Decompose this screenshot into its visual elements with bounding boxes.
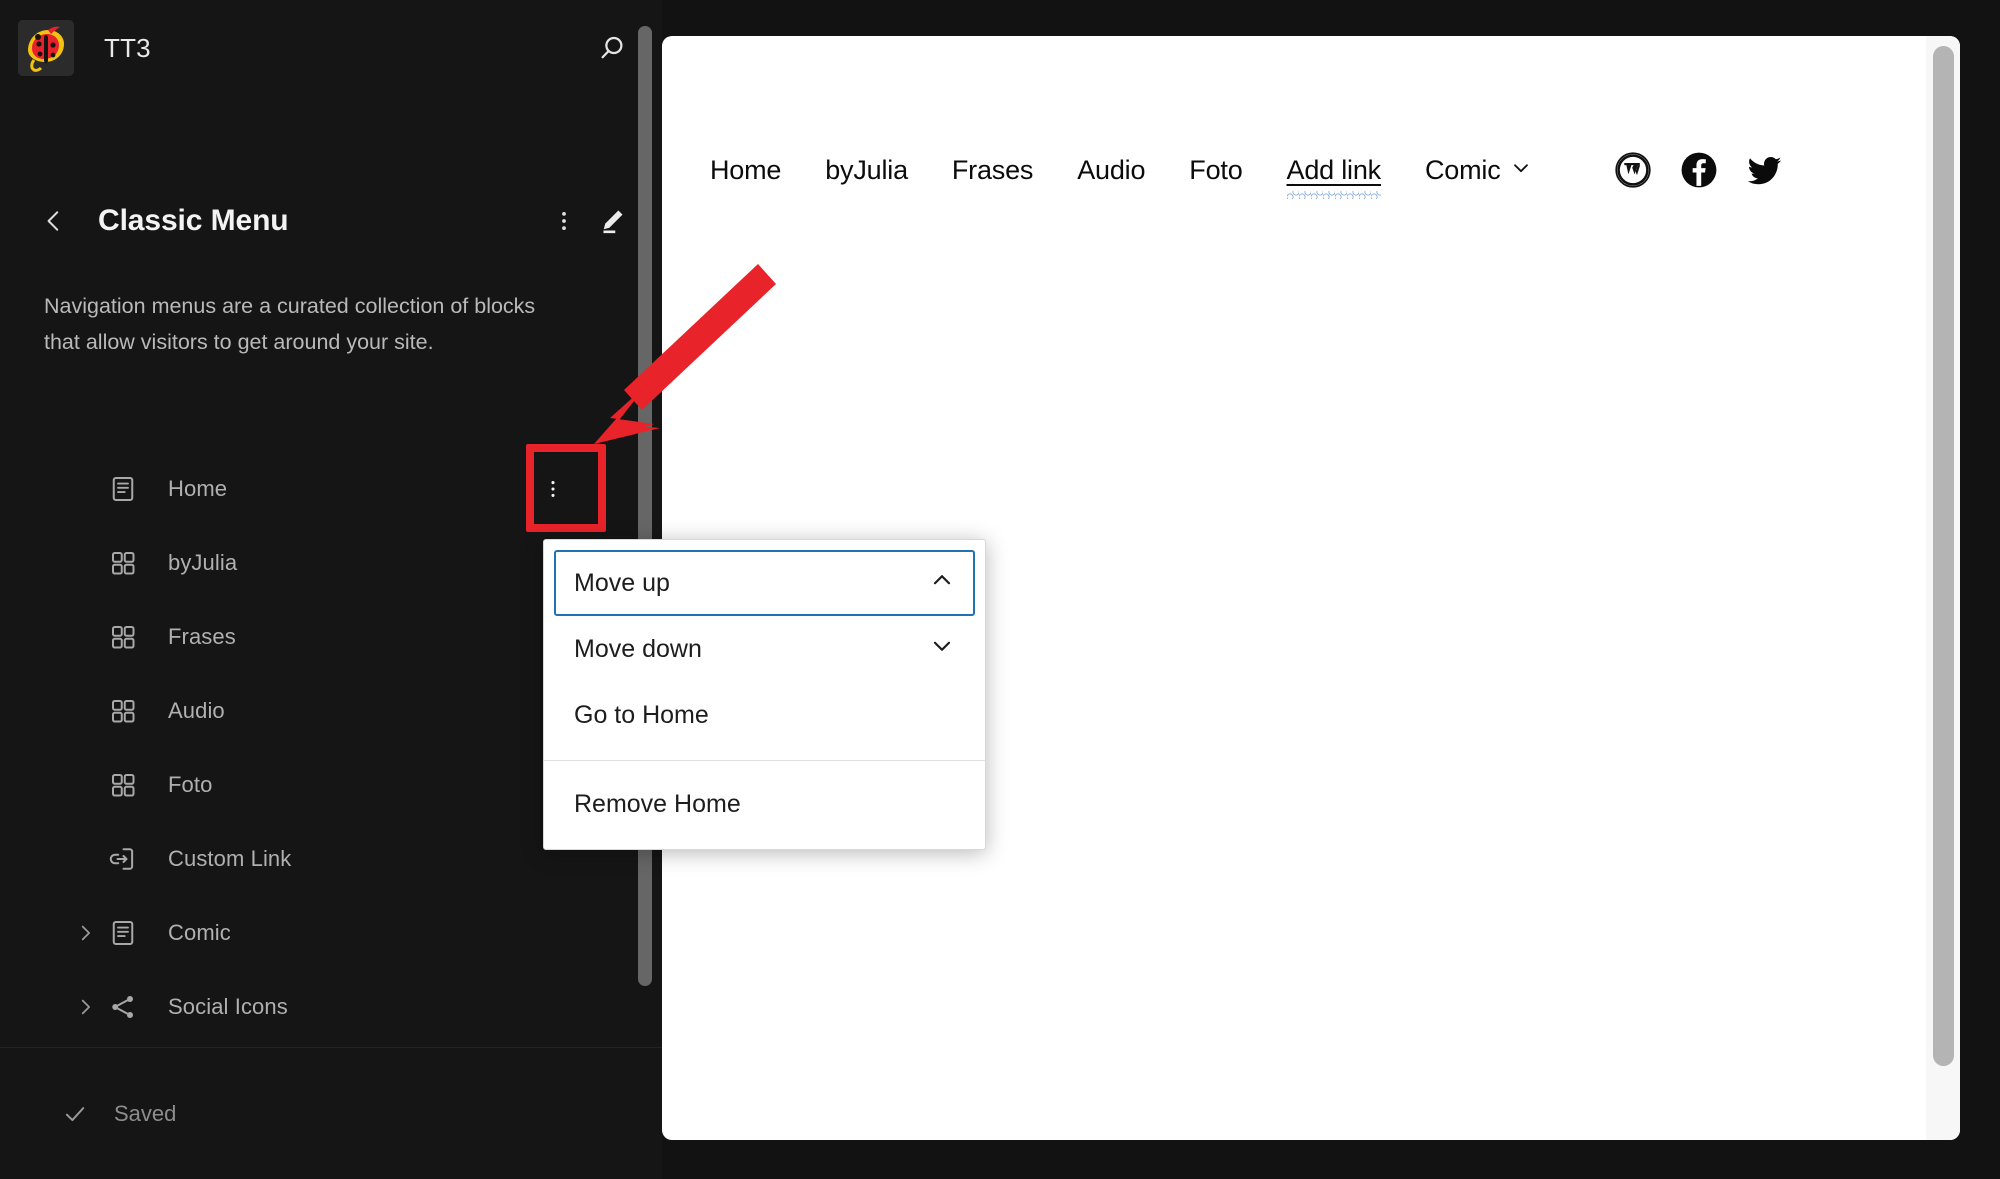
menu-item-move-down[interactable]: Move down bbox=[554, 616, 975, 682]
page-icon bbox=[108, 474, 138, 504]
list-item-label: Comic bbox=[168, 920, 231, 945]
site-editor-screen: TT3 Classic Menu Navigation menus are a … bbox=[0, 0, 2000, 1179]
list-item-label: Custom Link bbox=[168, 846, 292, 871]
share-icon bbox=[108, 992, 138, 1022]
page-title: Classic Menu bbox=[98, 204, 289, 237]
nav-link-home[interactable]: Home bbox=[710, 155, 781, 186]
block-options-menu: Move up Move down Go to Home Remove Home bbox=[543, 539, 986, 850]
spellcheck-underline bbox=[1286, 190, 1381, 199]
chevron-up-icon bbox=[929, 567, 955, 600]
site-title: TT3 bbox=[104, 32, 151, 63]
nav-link-audio[interactable]: Audio bbox=[1077, 155, 1145, 186]
canvas-scrollbar[interactable] bbox=[1926, 36, 1960, 1140]
page-list-icon bbox=[108, 548, 138, 578]
pencil-icon[interactable] bbox=[588, 197, 636, 245]
preview-navigation: Home byJulia Frases Audio Foto Add link … bbox=[710, 151, 1784, 199]
nav-link-add-link[interactable]: Add link bbox=[1286, 154, 1382, 199]
list-item-label: Social Icons bbox=[168, 994, 288, 1019]
menu-item-move-up[interactable]: Move up bbox=[554, 550, 975, 616]
save-status-bar: Saved bbox=[0, 1047, 662, 1179]
status-badge: Saved bbox=[114, 1100, 177, 1126]
chevron-right-icon[interactable] bbox=[72, 920, 98, 946]
list-item[interactable]: Comic bbox=[0, 896, 662, 970]
panel-description: Navigation menus are a curated collectio… bbox=[44, 294, 536, 354]
menu-group-destructive: Remove Home bbox=[544, 771, 985, 837]
list-item[interactable]: Social Icons bbox=[0, 970, 662, 1044]
ellipsis-vertical-icon[interactable] bbox=[540, 197, 588, 245]
chevron-left-icon[interactable] bbox=[30, 197, 78, 245]
page-list-icon bbox=[108, 622, 138, 652]
list-item[interactable]: Home bbox=[0, 452, 662, 526]
page-list-icon bbox=[108, 696, 138, 726]
nav-link-foto[interactable]: Foto bbox=[1189, 155, 1242, 186]
social-icons-group bbox=[1614, 151, 1784, 189]
chevron-down-icon[interactable] bbox=[1510, 155, 1532, 186]
list-item-label: Foto bbox=[168, 772, 213, 797]
list-item-label: Home bbox=[168, 476, 228, 501]
nav-link-comic[interactable]: Comic bbox=[1425, 155, 1532, 186]
page-icon bbox=[108, 918, 138, 948]
chevron-down-icon bbox=[929, 633, 955, 666]
list-item-label: byJulia bbox=[168, 550, 238, 575]
site-header: TT3 bbox=[0, 0, 662, 96]
page-list-icon bbox=[108, 770, 138, 800]
list-item-options-button[interactable] bbox=[527, 463, 579, 515]
list-item-label: Audio bbox=[168, 698, 225, 723]
checkmark-icon bbox=[62, 1101, 88, 1127]
menu-item-remove-home[interactable]: Remove Home bbox=[554, 771, 975, 837]
nav-link-byjulia[interactable]: byJulia bbox=[825, 155, 908, 186]
facebook-icon[interactable] bbox=[1680, 151, 1718, 189]
nav-link-add-link-text: Add link bbox=[1286, 154, 1382, 185]
menu-separator bbox=[544, 760, 985, 761]
menu-item-go-to-home[interactable]: Go to Home bbox=[554, 682, 975, 748]
panel-header: Classic Menu bbox=[0, 185, 662, 257]
chevron-right-icon[interactable] bbox=[72, 994, 98, 1020]
menu-item-move-up-label: Move up bbox=[574, 568, 670, 597]
wordpress-icon[interactable] bbox=[1614, 151, 1652, 189]
nav-link-frases[interactable]: Frases bbox=[952, 155, 1034, 186]
list-item-label: Frases bbox=[168, 624, 236, 649]
search-icon[interactable] bbox=[588, 24, 636, 72]
site-logo-ladybug-icon[interactable] bbox=[18, 20, 74, 76]
menu-item-go-to-home-label: Go to Home bbox=[574, 700, 709, 729]
menu-item-move-down-label: Move down bbox=[574, 634, 702, 663]
twitter-icon[interactable] bbox=[1746, 151, 1784, 189]
nav-link-comic-text: Comic bbox=[1424, 154, 1501, 185]
custom-link-icon bbox=[108, 844, 138, 874]
menu-item-remove-home-label: Remove Home bbox=[574, 789, 741, 818]
canvas-scrollbar-thumb[interactable] bbox=[1933, 46, 1954, 1066]
menu-group-primary: Move up Move down Go to Home bbox=[544, 550, 985, 748]
